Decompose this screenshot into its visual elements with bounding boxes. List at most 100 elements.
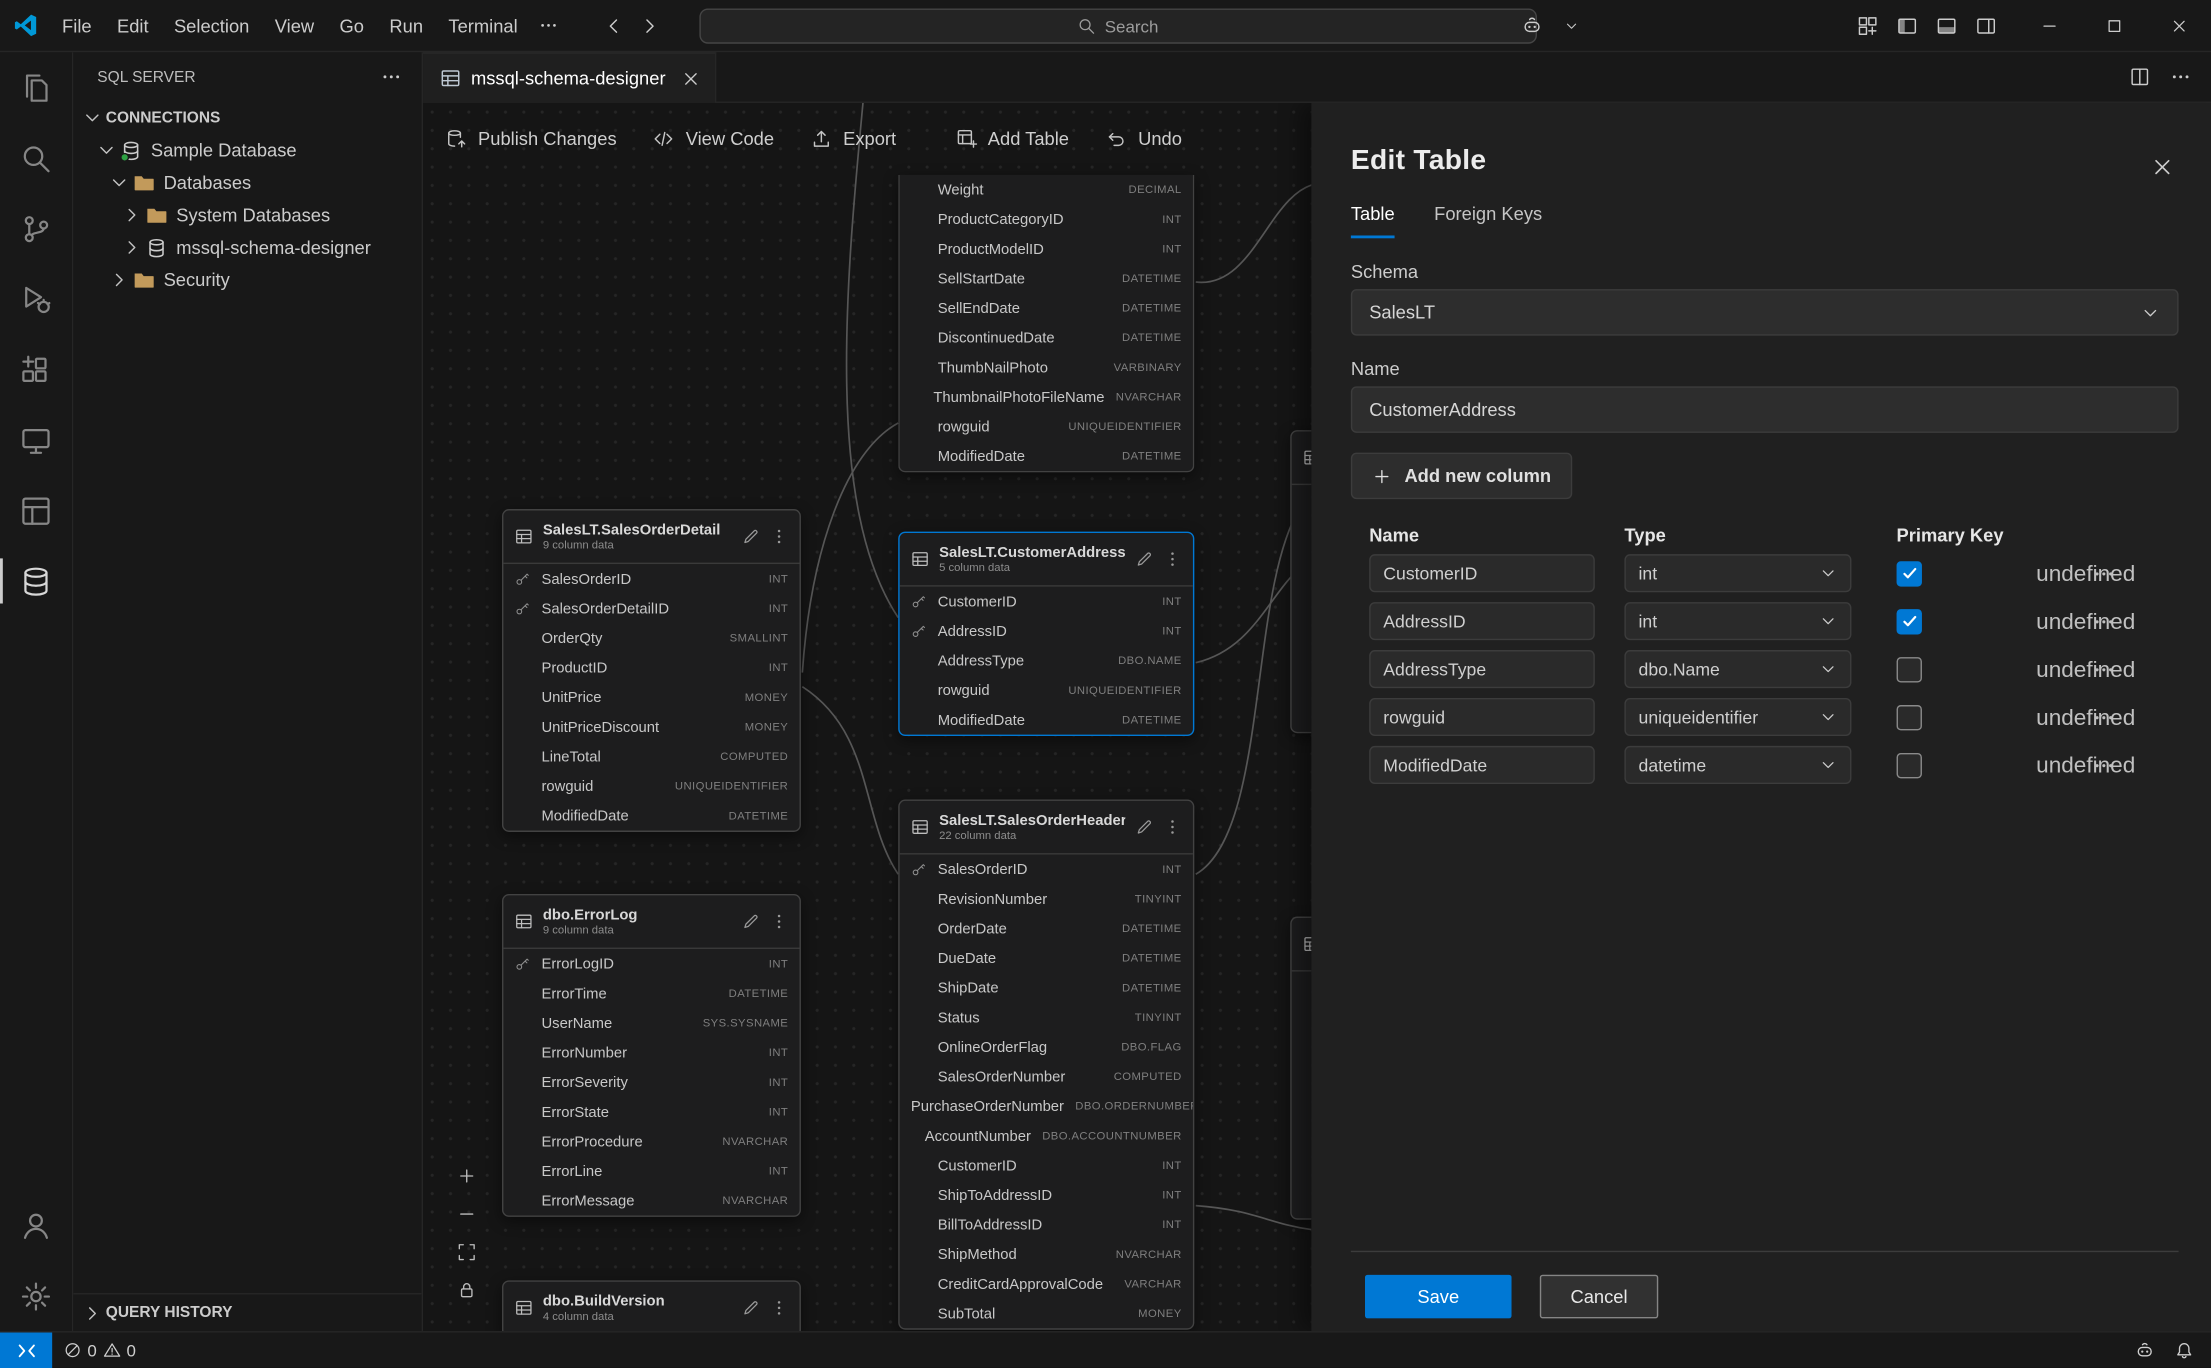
cancel-button[interactable]: Cancel <box>1540 1275 1658 1319</box>
diagram-column-row[interactable]: SubTotalMONEY <box>900 1299 1193 1329</box>
diagram-column-row[interactable]: ErrorLogIDINT <box>503 949 799 979</box>
delete-column-icon[interactable]: undefined <box>2036 706 2059 729</box>
menu-edit[interactable]: Edit <box>104 7 161 44</box>
command-center-search[interactable]: Search <box>699 8 1537 43</box>
copilot-status-icon[interactable] <box>2135 1340 2155 1360</box>
diagram-column-row[interactable]: ShipToAddressIDINT <box>900 1180 1193 1210</box>
problems-indicator[interactable]: 0 0 <box>52 1333 147 1368</box>
diagram-column-row[interactable]: DueDateDATETIME <box>900 943 1193 973</box>
tab-mssql-schema-designer[interactable]: mssql-schema-designer <box>423 52 716 103</box>
edit-table-icon[interactable] <box>1135 550 1153 568</box>
activity-bar-item-remote-explorer[interactable] <box>0 405 73 476</box>
panel-tab-table[interactable]: Table <box>1351 203 1395 238</box>
diagram-column-row[interactable]: ThumbNailPhotoVARBINARY <box>900 353 1193 383</box>
nav-back-button[interactable] <box>604 15 625 36</box>
tree-item-databases[interactable]: Databases <box>73 166 421 198</box>
column-name-input[interactable]: CustomerID <box>1369 554 1595 592</box>
diagram-column-row[interactable]: ThumbnailPhotoFileNameNVARCHAR <box>900 382 1193 412</box>
fit-view-button[interactable] <box>454 1239 479 1264</box>
sidebar-more-icon[interactable] <box>381 66 402 87</box>
column-name-input[interactable]: AddressType <box>1369 650 1595 688</box>
edit-table-icon[interactable] <box>742 912 760 930</box>
diagram-column-row[interactable]: rowguidUNIQUEIDENTIFIER <box>503 771 799 801</box>
diagram-table-header[interactable]: SalesLT.SalesOrderDetail9 column data <box>503 510 799 564</box>
toggle-panel-button[interactable] <box>1926 6 1965 45</box>
diagram-column-row[interactable]: ProductIDINT <box>503 653 799 683</box>
maximize-button[interactable] <box>2081 0 2146 52</box>
diagram-table-header[interactable]: dbo.ErrorLog9 column data <box>503 895 799 949</box>
diagram-column-row[interactable]: AccountNumberDBO.ACCOUNTNUMBER <box>900 1121 1193 1151</box>
primary-key-checkbox[interactable] <box>1897 752 1922 777</box>
diagram-table-dbo-buildversion[interactable]: dbo.BuildVersion4 column data <box>502 1280 801 1331</box>
diagram-table-header[interactable]: dbo.BuildVersion4 column data <box>503 1282 799 1331</box>
delete-column-icon[interactable]: undefined <box>2036 562 2059 585</box>
tree-item-security[interactable]: Security <box>73 264 421 296</box>
diagram-column-row[interactable]: OnlineOrderFlagDBO.FLAG <box>900 1032 1193 1062</box>
diagram-column-row[interactable]: AddressIDINT <box>900 616 1193 646</box>
diagram-column-row[interactable]: SalesOrderDetailIDINT <box>503 594 799 624</box>
diagram-column-row[interactable]: ShipDateDATETIME <box>900 973 1193 1003</box>
column-name-input[interactable]: AddressID <box>1369 602 1595 640</box>
tree-item-system-databases[interactable]: System Databases <box>73 199 421 231</box>
minimize-button[interactable] <box>2016 0 2081 52</box>
notifications-bell-icon[interactable] <box>2174 1340 2194 1360</box>
menu-run[interactable]: Run <box>377 7 436 44</box>
toolbar-add-table-button[interactable]: Add Table <box>955 128 1069 149</box>
delete-column-icon[interactable]: undefined <box>2036 610 2059 633</box>
activity-bar-item-source-control[interactable] <box>0 193 73 264</box>
toolbar-publish-changes-button[interactable]: Publish Changes <box>446 128 617 149</box>
primary-key-checkbox[interactable] <box>1897 561 1922 586</box>
menu-overflow-button[interactable] <box>530 7 567 44</box>
connections-section-header[interactable]: CONNECTIONS <box>73 102 421 134</box>
column-more-icon[interactable] <box>2093 610 2116 633</box>
schema-select[interactable]: SalesLT <box>1351 289 2179 336</box>
diagram-column-row[interactable]: ModifiedDateDATETIME <box>900 705 1193 735</box>
column-more-icon[interactable] <box>2093 754 2116 777</box>
panel-tab-foreign-keys[interactable]: Foreign Keys <box>1434 203 1542 238</box>
diagram-column-row[interactable]: SalesOrderIDINT <box>503 564 799 594</box>
diagram-column-row[interactable]: ErrorMessageNVARCHAR <box>503 1186 799 1216</box>
diagram-column-row[interactable]: BillToAddressIDINT <box>900 1210 1193 1240</box>
diagram-column-row[interactable]: ErrorTimeDATETIME <box>503 979 799 1009</box>
diagram-column-row[interactable]: rowguidUNIQUEIDENTIFIER <box>900 412 1193 442</box>
edit-table-icon[interactable] <box>742 1299 760 1317</box>
diagram-column-row[interactable]: rowguidUNIQUEIDENTIFIER <box>900 675 1193 705</box>
zoom-out-button[interactable] <box>454 1201 479 1226</box>
column-more-icon[interactable] <box>2093 658 2116 681</box>
diagram-table-saleslt-customeraddress[interactable]: SalesLT.CustomerAddress5 column dataCust… <box>898 532 1194 736</box>
split-editor-icon[interactable] <box>2129 66 2150 87</box>
nav-forward-button[interactable] <box>639 15 660 36</box>
diagram-table-clipped[interactable] <box>1290 430 1311 733</box>
delete-column-icon[interactable]: undefined <box>2036 754 2059 777</box>
primary-key-checkbox[interactable] <box>1897 656 1922 681</box>
column-name-input[interactable]: ModifiedDate <box>1369 746 1595 784</box>
toolbar-undo-button[interactable]: Undo <box>1106 128 1182 149</box>
diagram-column-row[interactable]: UserNameSYS.SYSNAME <box>503 1008 799 1038</box>
close-window-button[interactable] <box>2146 0 2211 52</box>
activity-bar-item-extensions[interactable] <box>0 334 73 405</box>
lock-canvas-button[interactable] <box>454 1278 479 1303</box>
diagram-table-clipped[interactable] <box>1290 917 1311 1220</box>
diagram-column-row[interactable]: ProductModelIDINT <box>900 234 1193 264</box>
zoom-in-button[interactable] <box>454 1163 479 1188</box>
diagram-column-row[interactable]: WeightDECIMAL <box>900 175 1193 205</box>
column-more-icon[interactable] <box>2093 706 2116 729</box>
diagram-column-row[interactable]: DiscontinuedDateDATETIME <box>900 323 1193 353</box>
diagram-column-row[interactable]: ModifiedDateDATETIME <box>503 801 799 831</box>
diagram-column-row[interactable]: CustomerIDINT <box>900 587 1193 617</box>
activity-bar-item-accounts[interactable] <box>0 1190 73 1261</box>
diagram-column-row[interactable]: UnitPriceMONEY <box>503 682 799 712</box>
diagram-column-row[interactable]: SellEndDateDATETIME <box>900 293 1193 323</box>
tree-item-sample-database[interactable]: Sample Database <box>73 134 421 166</box>
table-more-icon[interactable] <box>770 912 788 930</box>
activity-bar-item-search[interactable] <box>0 123 73 194</box>
table-more-icon[interactable] <box>1163 818 1181 836</box>
menu-go[interactable]: Go <box>327 7 377 44</box>
toggle-secondary-sidebar-button[interactable] <box>1966 6 2005 45</box>
diagram-column-row[interactable]: ErrorProcedureNVARCHAR <box>503 1127 799 1157</box>
menu-view[interactable]: View <box>262 7 327 44</box>
diagram-column-row[interactable]: ModifiedDateDATETIME <box>900 441 1193 471</box>
diagram-column-row[interactable]: CustomerIDINT <box>900 1151 1193 1181</box>
diagram-column-row[interactable]: ErrorSeverityINT <box>503 1067 799 1097</box>
toolbar-export-button[interactable]: Export <box>811 128 896 149</box>
